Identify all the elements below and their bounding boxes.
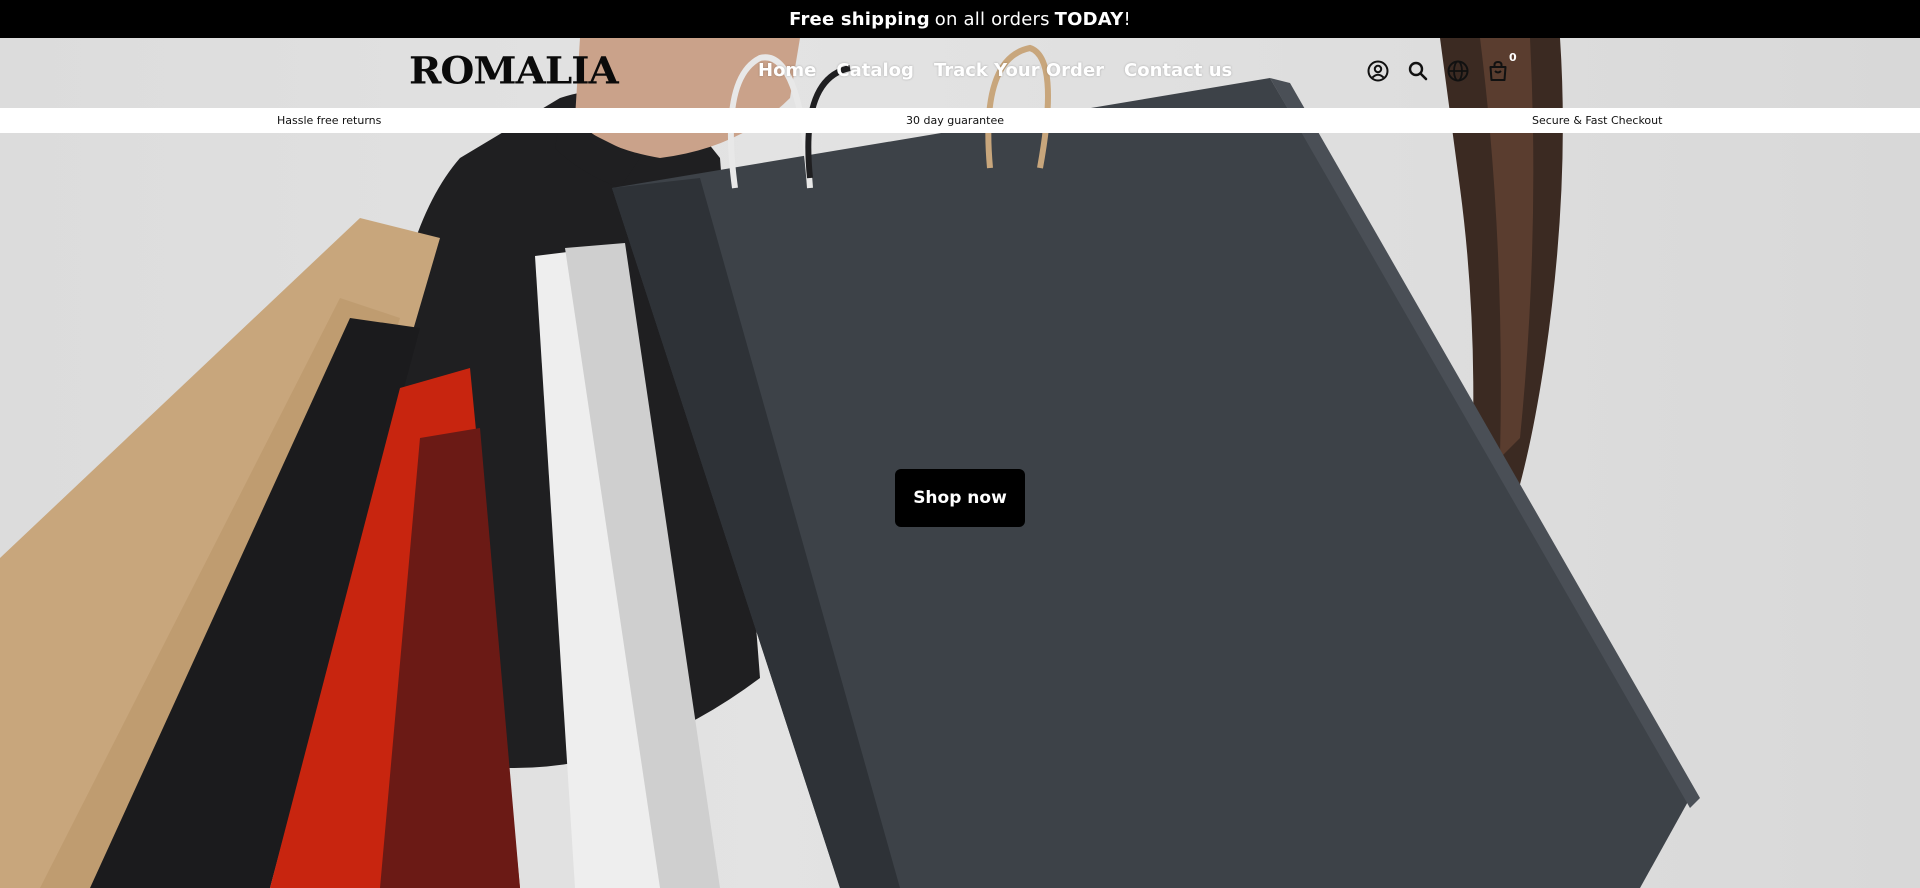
announcement-bold-1: Free shipping	[789, 8, 930, 30]
site-logo[interactable]: ROMALIA	[409, 49, 619, 93]
usp-returns: Hassle free returns	[277, 114, 382, 127]
usp-checkout: Secure & Fast Checkout	[1532, 114, 1663, 127]
globe-icon[interactable]	[1446, 59, 1470, 83]
main-nav: Home Catalog Track Your Order Contact us	[758, 60, 1232, 81]
hero-image	[0, 38, 1920, 888]
nav-track-order[interactable]: Track Your Order	[934, 60, 1104, 81]
announcement-bold-2: TODAY	[1054, 8, 1124, 30]
account-icon[interactable]	[1366, 59, 1390, 83]
announcement-bar: Free shipping on all orders TODAY !	[0, 0, 1920, 38]
nav-contact[interactable]: Contact us	[1124, 60, 1232, 81]
search-icon[interactable]	[1406, 59, 1430, 83]
announcement-text: on all orders	[934, 8, 1050, 30]
usp-guarantee: 30 day guarantee	[906, 114, 1005, 127]
site-header: ROMALIA Home Catalog Track Your Order Co…	[0, 38, 1920, 108]
cart-count-badge: 0	[1509, 51, 1517, 64]
shop-now-button[interactable]: Shop now	[895, 469, 1025, 527]
announcement-suffix: !	[1123, 8, 1131, 30]
header-icons	[1366, 59, 1510, 83]
shopping-bags-illustration	[0, 38, 1700, 888]
usp-bar: Hassle free returns 30 day guarantee Sec…	[0, 108, 1920, 133]
cart-icon[interactable]	[1486, 59, 1510, 83]
nav-home[interactable]: Home	[758, 60, 816, 81]
nav-catalog[interactable]: Catalog	[836, 60, 914, 81]
